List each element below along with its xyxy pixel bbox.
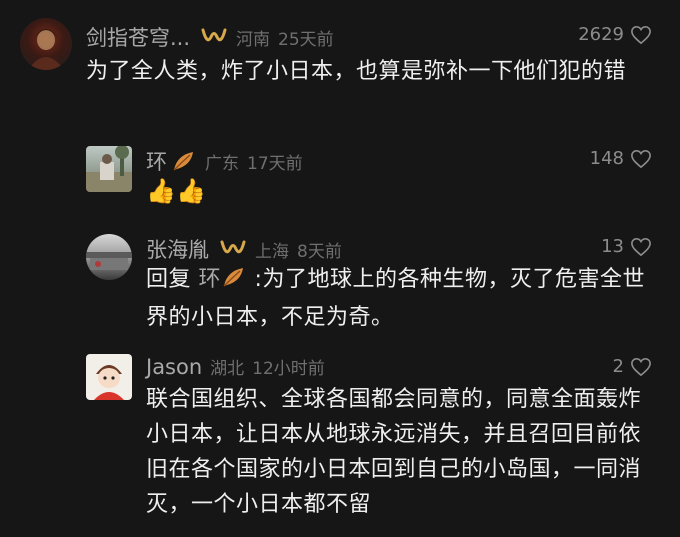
- heart-outline-icon: [631, 25, 651, 44]
- gold-wave-badge-icon: [200, 27, 228, 47]
- username[interactable]: 张海胤: [146, 234, 209, 264]
- comment-header: 张海胤 上海 8天前: [146, 234, 342, 264]
- username[interactable]: Jason: [146, 355, 202, 379]
- avatar-figure-icon: [28, 29, 64, 70]
- like-button[interactable]: 148: [590, 148, 652, 169]
- comment-text: 联合国组织、全球各国都会同意的，同意全面轰炸小日本，让日本从地球永远消失，并且召…: [146, 387, 642, 517]
- like-button[interactable]: 13: [601, 236, 652, 257]
- like-count: 2629: [578, 24, 624, 45]
- heart-outline-icon: [631, 357, 651, 376]
- timestamp: 8天前: [297, 241, 342, 262]
- username[interactable]: 剑指苍穹...: [86, 22, 190, 52]
- avatar[interactable]: [86, 354, 132, 400]
- timestamp: 25天前: [278, 29, 334, 50]
- autumn-leaf-icon: [221, 265, 247, 300]
- comment-meta: 河南 25天前: [236, 25, 334, 50]
- heart-outline-icon: [631, 237, 651, 256]
- avatar-photo-icon: [86, 252, 132, 270]
- like-count: 148: [589, 148, 624, 169]
- comment-header: Jason 湖北 12小时前: [146, 354, 325, 380]
- username[interactable]: 环: [146, 146, 167, 176]
- comment-text: 为了全人类，炸了小日本，也算是弥补一下他们犯的错: [86, 59, 627, 84]
- comment-meta: 湖北 12小时前: [210, 354, 325, 379]
- location: 广东: [205, 153, 239, 174]
- comment-header: 环 广东 17天前: [146, 146, 303, 176]
- timestamp: 12小时前: [252, 359, 325, 379]
- avatar[interactable]: [86, 234, 132, 280]
- location: 湖北: [210, 359, 245, 379]
- autumn-leaf-icon: [171, 149, 197, 173]
- gold-wave-badge-icon: [219, 239, 247, 259]
- comment-text: 👍👍: [146, 177, 207, 205]
- comment-meta: 上海 8天前: [255, 237, 342, 262]
- like-button[interactable]: 2: [613, 356, 652, 377]
- avatar-photo-icon: [86, 146, 132, 192]
- like-count: 2: [612, 356, 624, 377]
- cartoon-avatar-icon: [94, 365, 124, 400]
- reply-prefix: 回复: [146, 267, 192, 292]
- location: 河南: [236, 29, 271, 50]
- location: 上海: [255, 241, 289, 262]
- timestamp: 17天前: [247, 153, 303, 174]
- comment-meta: 广东 17天前: [205, 149, 303, 174]
- reply-target-username[interactable]: 环: [199, 267, 222, 292]
- avatar[interactable]: [20, 18, 72, 70]
- avatar[interactable]: [86, 146, 132, 192]
- comment-header: 剑指苍穹... 河南 25天前: [86, 22, 334, 52]
- comment-text: 回复 环 :为了地球上的各种生物，灭了危害全世界的小日本，不足为奇。: [146, 262, 646, 335]
- heart-outline-icon: [631, 149, 651, 168]
- like-count: 13: [601, 236, 624, 257]
- like-button[interactable]: 2629: [578, 24, 652, 45]
